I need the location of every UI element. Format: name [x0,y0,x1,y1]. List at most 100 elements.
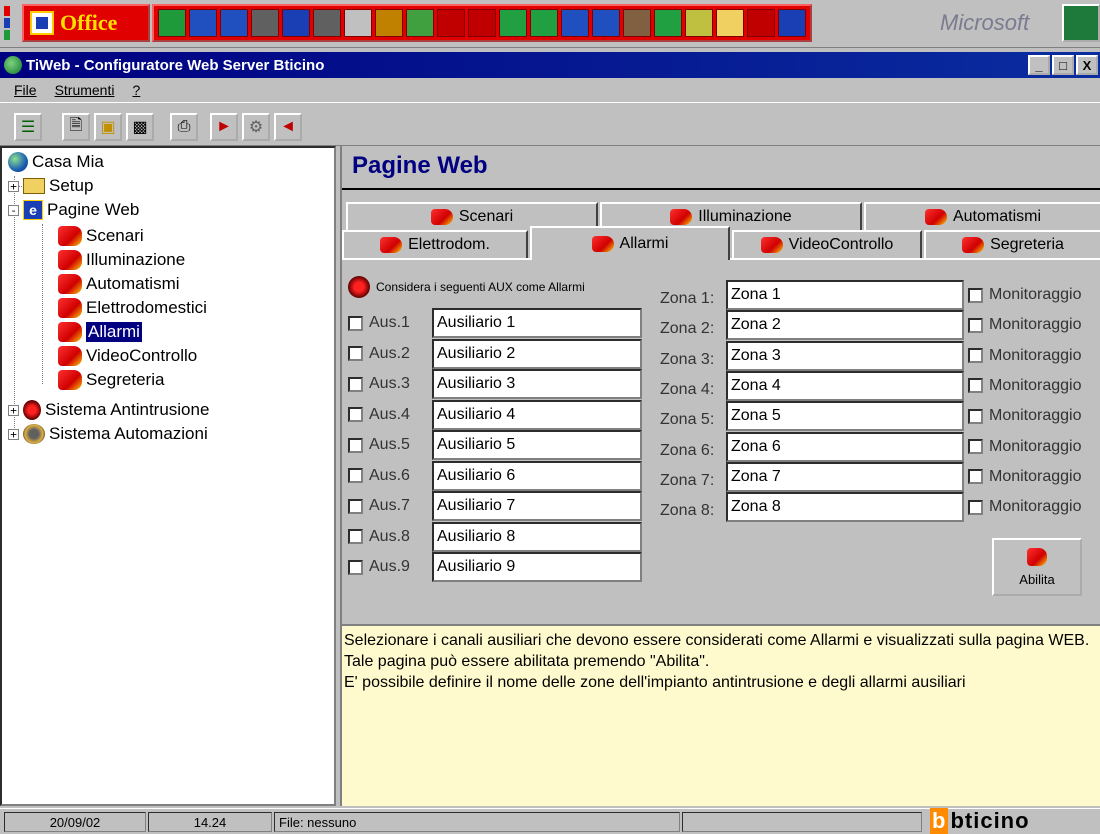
database-icon[interactable] [313,9,341,37]
aux-checkbox[interactable] [348,529,363,544]
monitoraggio-checkbox[interactable] [968,287,983,303]
calculator-icon[interactable] [623,9,651,37]
menu-help[interactable]: ? [132,82,140,98]
tab-videocontrollo[interactable]: VideoControllo [732,230,922,258]
aux-name-input[interactable]: Ausiliario 9 [432,552,642,582]
aux-name-input[interactable]: Ausiliario 4 [432,399,642,430]
binder-icon[interactable] [406,9,434,37]
folder-icon [23,178,45,194]
tree-item-antintrusione[interactable]: + Sistema Antintrusione [8,398,209,422]
open-folder-icon[interactable]: ▣ [94,113,122,141]
maximize-button[interactable]: □ [1052,55,1074,75]
aux-label: Aus.2 [369,344,410,362]
tab-allarmi-active[interactable]: Allarmi [530,226,730,260]
aux-name-input[interactable]: Ausiliario 1 [432,308,642,338]
monitoraggio-checkbox[interactable] [968,499,983,515]
expand-icon[interactable]: + [8,404,19,416]
menu-file[interactable]: File [14,82,37,98]
powerpoint-icon[interactable] [468,9,496,37]
close-button[interactable]: X [1076,55,1098,75]
aux-name-input[interactable]: Ausiliario 6 [432,460,642,491]
tab-segreteria[interactable]: Segreteria [924,230,1100,258]
team-icon[interactable] [530,9,558,37]
office-bar-menu-icon[interactable] [1062,4,1100,42]
export-icon[interactable]: ► [210,113,238,141]
zone-name-input[interactable]: Zona 7 [726,461,964,492]
zone-label: Zona 2: [660,320,715,338]
aux-checkbox[interactable] [348,346,363,361]
monitoraggio-checkbox[interactable] [968,378,983,394]
aux-checkbox[interactable] [348,498,363,514]
zone-name-input[interactable]: Zona 6 [726,431,964,462]
tree-root[interactable]: Casa Mia [8,150,104,174]
modem-icon[interactable] [344,9,372,37]
tree-item-pagine-web[interactable]: - e Pagine Web [8,198,139,222]
acrobat-icon[interactable] [437,9,465,37]
tree-item-segreteria[interactable]: Segreteria [58,368,164,392]
tree-item-automatismi[interactable]: Automatismi [58,272,180,296]
tree-item-scenari[interactable]: Scenari [58,224,144,248]
zone-name-input[interactable]: Zona 2 [726,310,964,341]
palette-icon[interactable] [251,9,279,37]
word-icon[interactable] [220,9,248,37]
tree-item-illuminazione[interactable]: Illuminazione [58,248,185,272]
internet-icon[interactable] [778,9,806,37]
transfer-icon[interactable]: ⚙ [242,113,270,141]
tree-item-videocontrollo[interactable]: VideoControllo [58,344,197,368]
schedule-icon[interactable] [375,9,403,37]
access-icon[interactable] [747,9,775,37]
print-icon[interactable]: ⎙ [170,113,198,141]
collapse-icon[interactable]: - [8,204,19,216]
save-icon[interactable]: ▩ [126,113,154,141]
aux-checkbox[interactable] [348,376,363,392]
menu-strumenti[interactable]: Strumenti [55,82,115,98]
aux-name-input[interactable]: Ausiliario 7 [432,491,642,521]
zone-name-input[interactable]: Zona 5 [726,401,964,432]
abilita-button[interactable]: Abilita [992,538,1082,596]
tab-automatismi[interactable]: Automatismi [864,202,1100,230]
tree-item-automazioni[interactable]: + Sistema Automazioni [8,422,208,446]
aux-name-input[interactable]: Ausiliario 5 [432,430,642,460]
aux-checkbox[interactable] [348,407,363,422]
monitor-icon[interactable] [189,9,217,37]
expand-icon[interactable]: + [8,428,19,440]
zone-name-input[interactable]: Zona 3 [726,340,964,371]
tree-view-icon[interactable]: ☰ [14,113,42,141]
minimize-button[interactable]: _ [1028,55,1050,75]
expand-icon[interactable]: + [8,180,19,192]
tab-elettrodomestici[interactable]: Elettrodom. [342,230,528,258]
monitoraggio-checkbox[interactable] [968,469,983,485]
office-button[interactable]: Office [22,4,150,42]
aux-checkbox[interactable] [348,559,363,575]
monitoraggio-checkbox[interactable] [968,348,983,364]
monitoraggio-checkbox[interactable] [968,408,983,424]
chart-icon[interactable] [685,9,713,37]
globe-icon[interactable] [282,9,310,37]
page-icon [962,237,985,253]
monitoraggio-checkbox[interactable] [968,439,983,454]
calendar-icon[interactable] [592,9,620,37]
monitoraggio-checkbox[interactable] [968,317,983,333]
aux-header: Considera i seguenti AUX come Allarmi [348,276,585,298]
zone-name-input[interactable]: Zona 1 [726,280,964,310]
aux-name-input[interactable]: Ausiliario 8 [432,521,642,552]
aux-checkbox[interactable] [348,437,363,453]
network-icon[interactable] [499,9,527,37]
dice-icon[interactable] [654,9,682,37]
monitoraggio-checkbox-row: Monitoraggio [968,286,1082,304]
aux-checkbox[interactable] [348,468,363,483]
screen-icon[interactable] [561,9,589,37]
excel-icon[interactable] [158,9,186,37]
import-icon[interactable]: ◄ [274,113,302,141]
folder-icon[interactable] [716,9,744,37]
toolbar-handle[interactable] [4,4,18,42]
zone-name-input[interactable]: Zona 4 [726,370,964,401]
tree-item-elettrodomestici[interactable]: Elettrodomestici [58,296,207,320]
zone-name-input[interactable]: Zona 8 [726,492,964,523]
new-file-icon[interactable]: 🗎 [62,113,90,141]
aux-name-input[interactable]: Ausiliario 3 [432,369,642,399]
aux-name-input[interactable]: Ausiliario 2 [432,338,642,369]
aux-checkbox[interactable] [348,315,363,331]
tree-item-setup[interactable]: + Setup [8,174,93,198]
tree-item-allarmi[interactable]: Allarmi [58,320,143,344]
